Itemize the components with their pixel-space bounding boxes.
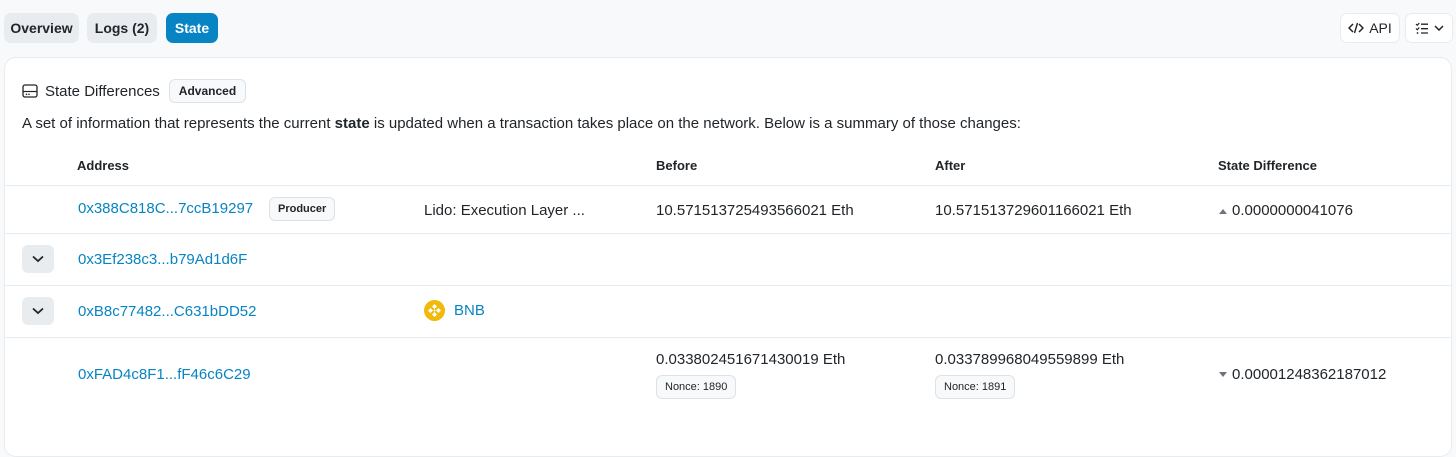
state-difference: 0.00001248362187012 bbox=[1218, 366, 1386, 383]
address-link[interactable]: 0xB8c77482...C631bDD52 bbox=[78, 303, 256, 320]
tab-logs[interactable]: Logs (2) bbox=[87, 13, 157, 43]
card-description: A set of information that represents the… bbox=[22, 115, 1021, 132]
address-link[interactable]: 0x388C818C...7ccB19297 bbox=[78, 200, 253, 217]
card-title-text: State Differences bbox=[45, 82, 160, 100]
options-dropdown-button[interactable] bbox=[1405, 13, 1453, 43]
header-state-difference: State Difference bbox=[1218, 158, 1317, 173]
bnb-token-icon bbox=[424, 300, 445, 321]
after-value: 10.571513729601166021 Eth bbox=[935, 202, 1132, 219]
tab-overview[interactable]: Overview bbox=[4, 13, 79, 43]
chevron-down-icon bbox=[32, 307, 44, 315]
code-icon bbox=[1348, 22, 1365, 34]
address-link[interactable]: 0xFAD4c8F1...fF46c6C29 bbox=[78, 366, 251, 383]
list-check-icon bbox=[1415, 22, 1429, 34]
producer-badge: Producer bbox=[269, 197, 336, 221]
address-name: Lido: Execution Layer ... bbox=[424, 202, 585, 219]
caret-down-icon bbox=[1218, 371, 1228, 379]
api-button[interactable]: API bbox=[1340, 13, 1400, 43]
difference-value: 0.00001248362187012 bbox=[1232, 366, 1387, 383]
expand-row-button[interactable] bbox=[22, 245, 54, 273]
table-row: 0xFAD4c8F1...fF46c6C29 0.033802451671430… bbox=[5, 337, 1451, 417]
before-value: 10.571513725493566021 Eth bbox=[656, 202, 854, 219]
description-text: A set of information that represents the… bbox=[22, 115, 335, 132]
card-title: State Differences Advanced bbox=[22, 79, 247, 103]
table-row: 0x3Ef238c3...b79Ad1d6F bbox=[5, 233, 1451, 285]
top-bar: Overview Logs (2) State API bbox=[0, 0, 1456, 56]
expand-row-button[interactable] bbox=[22, 297, 54, 325]
caret-up-icon bbox=[1218, 207, 1228, 215]
storage-icon bbox=[22, 84, 38, 98]
token-link[interactable]: BNB bbox=[424, 300, 485, 321]
header-after: After bbox=[935, 158, 966, 173]
before-value: 0.033802451671430019 Eth bbox=[656, 351, 846, 368]
nonce-after-badge: Nonce: 1891 bbox=[935, 375, 1016, 399]
header-address: Address bbox=[77, 158, 130, 173]
chevron-down-icon bbox=[32, 255, 44, 263]
description-text-end: is updated when a transaction takes plac… bbox=[369, 115, 1021, 132]
difference-value: 0.0000000041076 bbox=[1232, 202, 1353, 219]
tab-state[interactable]: State bbox=[166, 13, 218, 43]
table-row: 0x388C818C...7ccB19297 Producer Lido: Ex… bbox=[5, 185, 1451, 233]
advanced-badge: Advanced bbox=[168, 79, 247, 103]
chevron-down-icon bbox=[1433, 25, 1444, 31]
api-label: API bbox=[1369, 20, 1392, 36]
token-name: BNB bbox=[454, 302, 485, 319]
state-difference: 0.0000000041076 bbox=[1218, 202, 1353, 219]
description-bold: state bbox=[334, 115, 370, 132]
table-row: 0xB8c77482...C631bDD52 BNB bbox=[5, 285, 1451, 337]
header-before: Before bbox=[656, 158, 698, 173]
address-link[interactable]: 0x3Ef238c3...b79Ad1d6F bbox=[78, 251, 247, 268]
after-value: 0.033789968049559899 Eth bbox=[935, 351, 1125, 368]
state-differences-card: State Differences Advanced A set of info… bbox=[4, 57, 1452, 457]
nonce-before-badge: Nonce: 1890 bbox=[656, 375, 737, 399]
